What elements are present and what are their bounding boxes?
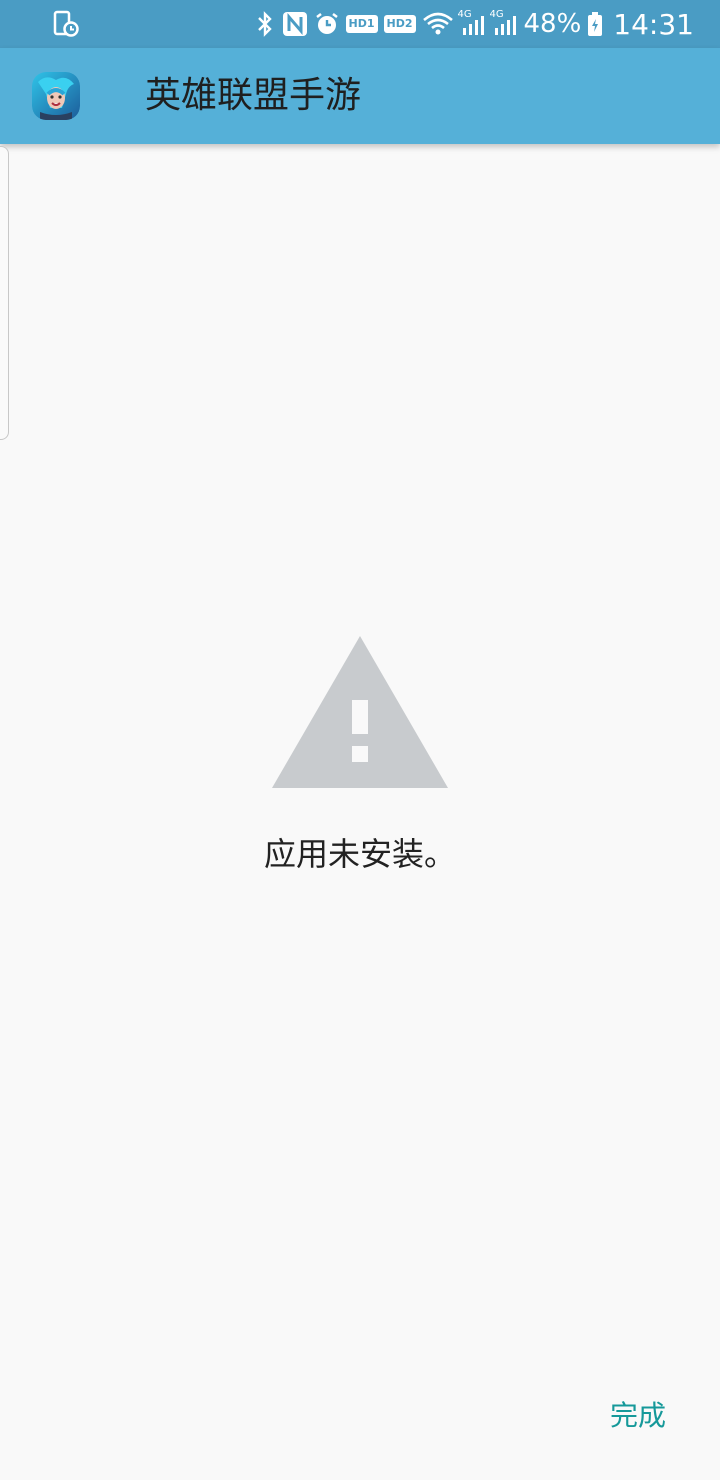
app-bar: 英雄联盟手游 (0, 48, 720, 144)
bluetooth-icon (254, 11, 276, 37)
network-type-label: 4G (489, 9, 504, 20)
app-title: 英雄联盟手游 (145, 75, 362, 116)
install-status-message: 应用未安装。 (263, 835, 456, 873)
clock: 14:31 (613, 7, 694, 41)
hd1-icon: HD1 (345, 15, 378, 33)
status-icons: HD1 HD2 4G 4G 48% 14:31 (254, 0, 694, 48)
battery-percent: 48% (523, 9, 582, 39)
hd2-icon: HD2 (383, 15, 416, 33)
battery-charging-icon (587, 11, 603, 37)
game-app-icon (32, 72, 80, 120)
wifi-icon (422, 11, 454, 37)
warning-icon (270, 634, 450, 790)
status-bar: HD1 HD2 4G 4G 48% 14:31 (0, 0, 720, 48)
signal-4g-icon: 4G (457, 9, 486, 37)
done-button[interactable]: 完成 (610, 1396, 666, 1436)
edge-panel-handle[interactable] (0, 146, 9, 440)
alarm-icon (314, 11, 340, 37)
network-type-label: 4G (457, 9, 472, 20)
screen-cast-icon (52, 10, 80, 38)
signal-4g-icon: 4G (489, 9, 518, 37)
nfc-icon (282, 11, 308, 37)
